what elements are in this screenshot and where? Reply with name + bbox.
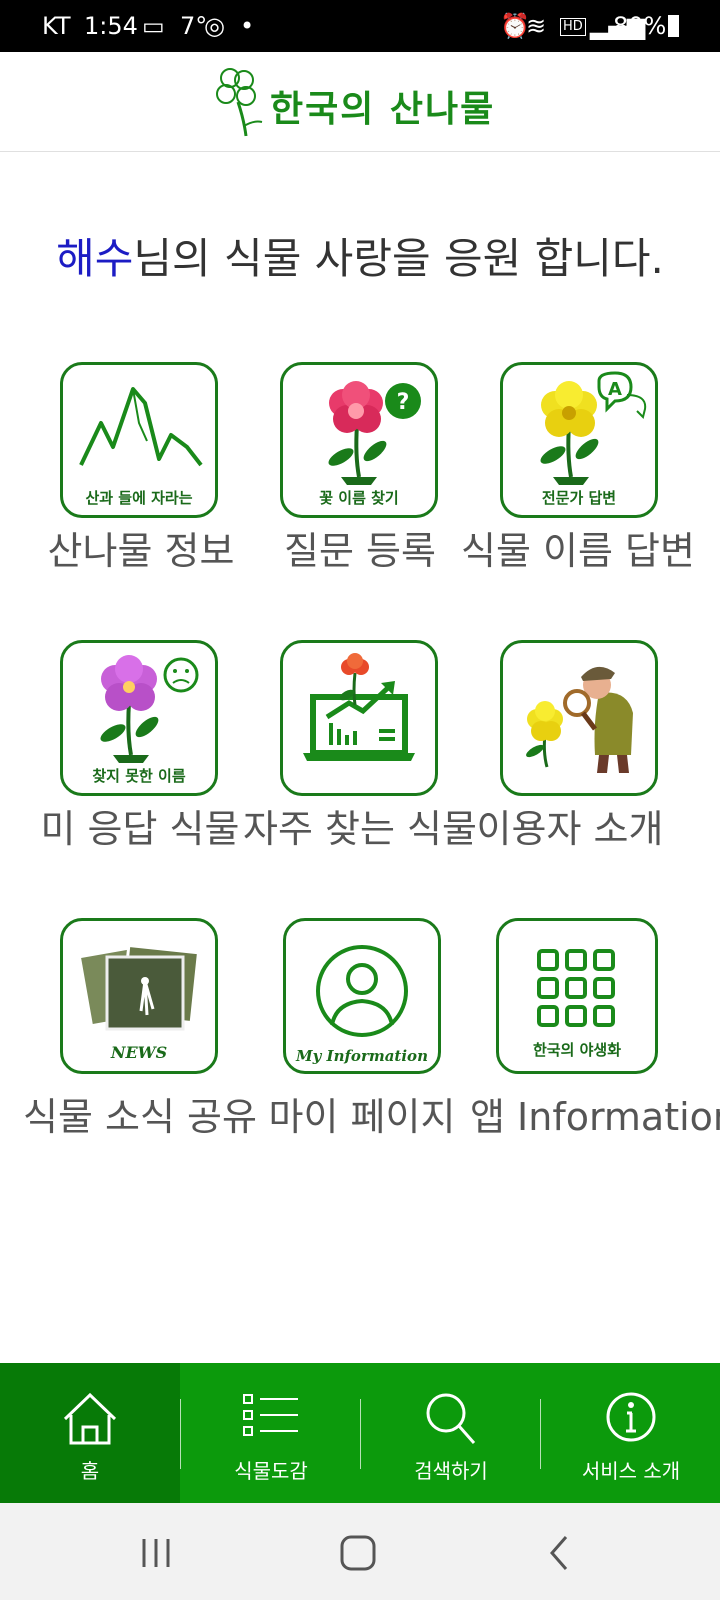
nav-service-intro[interactable]: 서비스 소개 bbox=[541, 1363, 720, 1503]
tile-label[interactable]: 앱 Information bbox=[470, 1086, 720, 1141]
voicemail-icon: ▭ bbox=[142, 12, 165, 40]
search-icon bbox=[426, 1393, 476, 1444]
tile-caption: 한국의 야생화 bbox=[532, 1041, 622, 1059]
home-button-icon[interactable] bbox=[336, 1531, 380, 1575]
home-icon bbox=[63, 1392, 117, 1445]
tile-caption: 꽃 이름 찾기 bbox=[319, 489, 399, 507]
tile-label[interactable]: 식물 이름 답변 bbox=[458, 520, 698, 575]
tile-expert-answer[interactable]: A 전문가 답변 bbox=[500, 362, 658, 518]
clover-icon bbox=[216, 68, 263, 137]
svg-text:A: A bbox=[608, 379, 622, 400]
tile-caption: My Information bbox=[296, 1047, 428, 1065]
tile-caption: NEWS bbox=[110, 1043, 168, 1062]
chart-laptop-icon bbox=[303, 653, 415, 761]
tile-news[interactable]: NEWS bbox=[60, 918, 218, 1074]
tile-label[interactable]: 마이 페이지 bbox=[242, 1086, 482, 1141]
list-icon bbox=[243, 1394, 298, 1436]
nav-label: 식물도감 bbox=[234, 1459, 308, 1483]
tile-label[interactable]: 식물 소식 공유 bbox=[20, 1086, 260, 1141]
nav-label: 서비스 소개 bbox=[581, 1459, 681, 1483]
hd-icon: HD bbox=[560, 18, 586, 36]
tile-caption: 산과 들에 자라는 bbox=[85, 489, 193, 507]
nav-plant-encyclopedia[interactable]: 식물도감 bbox=[181, 1363, 361, 1503]
tile-user-intro[interactable] bbox=[500, 640, 658, 796]
recent-apps-icon[interactable] bbox=[134, 1531, 178, 1575]
nav-label: 홈 bbox=[80, 1459, 100, 1483]
battery-percent: 80% bbox=[613, 12, 667, 40]
tile-label[interactable]: 미 응답 식물 bbox=[20, 798, 260, 853]
sync-icon: ◎ bbox=[204, 12, 225, 40]
notification-dot-icon: • bbox=[240, 12, 255, 40]
back-icon[interactable] bbox=[538, 1531, 582, 1575]
status-bar: KT 1:54 ▭ 7° ◎ • ⏰ ≋ HD ▂▄▆ 80% bbox=[0, 0, 720, 52]
nav-label: 검색하기 bbox=[414, 1459, 488, 1483]
detective-icon bbox=[526, 666, 633, 773]
tile-frequent-plants[interactable] bbox=[280, 640, 438, 796]
tile-caption: 찾지 못한 이름 bbox=[92, 767, 186, 785]
carrier-text: KT bbox=[42, 12, 71, 40]
nav-home[interactable]: 홈 bbox=[0, 1363, 180, 1503]
bottom-navigation: 홈 식물도감 검색하기 서비스 소개 bbox=[0, 1363, 720, 1503]
tile-label[interactable]: 산나물 정보 bbox=[21, 520, 261, 575]
svg-text:?: ? bbox=[397, 390, 410, 415]
battery-icon bbox=[668, 15, 679, 37]
wifi-icon: ≋ bbox=[526, 12, 547, 40]
clock: 1:54 bbox=[84, 12, 138, 40]
tile-unanswered[interactable]: 찾지 못한 이름 bbox=[60, 640, 218, 796]
app-logo[interactable]: 한국의 산나물 bbox=[210, 64, 510, 142]
app-header: 한국의 산나물 bbox=[0, 52, 720, 152]
tile-label[interactable]: 이용자 소개 bbox=[450, 798, 690, 853]
tile-question-register[interactable]: ? 꽃 이름 찾기 bbox=[280, 362, 438, 518]
info-icon bbox=[606, 1392, 656, 1442]
app-title: 한국의 산나물 bbox=[270, 88, 496, 130]
tile-caption: 전문가 답변 bbox=[541, 489, 617, 507]
system-navigation-bar bbox=[0, 1503, 720, 1600]
tile-label[interactable]: 질문 등록 bbox=[240, 520, 480, 575]
tile-wild-greens-info[interactable]: 산과 들에 자라는 bbox=[60, 362, 218, 518]
tile-my-page[interactable]: My Information bbox=[283, 918, 441, 1074]
tile-label[interactable]: 자주 찾는 식물 bbox=[240, 798, 480, 853]
nav-search[interactable]: 검색하기 bbox=[361, 1363, 541, 1503]
user-name: 해수 bbox=[56, 234, 134, 283]
welcome-message: 해수님의 식물 사랑을 응원 합니다. bbox=[0, 225, 720, 286]
tile-app-information[interactable]: 한국의 야생화 bbox=[496, 918, 658, 1074]
welcome-text: 님의 식물 사랑을 응원 합니다. bbox=[133, 234, 664, 283]
